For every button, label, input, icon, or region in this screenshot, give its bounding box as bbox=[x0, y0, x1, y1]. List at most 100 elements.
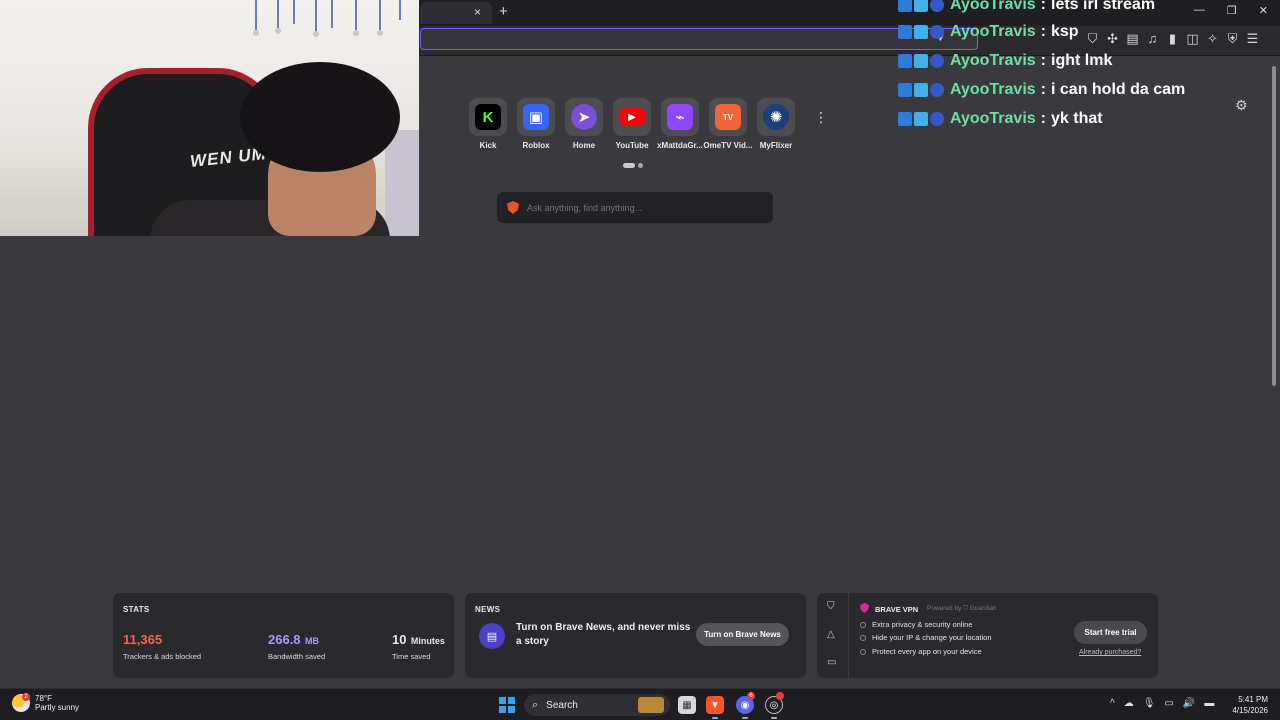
wallet-panel-icon[interactable]: ◫ bbox=[1186, 31, 1199, 47]
clock-date: 4/15/2026 bbox=[1232, 706, 1268, 715]
news-card: NEWS ▤ Turn on Brave News, and never mis… bbox=[465, 593, 806, 678]
news-title: NEWS bbox=[475, 605, 501, 614]
battery-icon[interactable]: ▬ bbox=[1204, 698, 1214, 709]
top-site-roblox[interactable]: ▣ Roblox bbox=[517, 98, 555, 150]
active-tab[interactable] bbox=[420, 2, 492, 24]
search-box[interactable] bbox=[497, 192, 773, 223]
chat-username: AyooTravis bbox=[950, 81, 1036, 98]
chat-username: AyooTravis bbox=[950, 110, 1036, 127]
recording-badge bbox=[776, 692, 784, 700]
news-text: Turn on Brave News, and never miss a sto… bbox=[516, 622, 691, 647]
bandwidth-unit: MB bbox=[305, 636, 319, 646]
sidebar-icon[interactable]: ▮ bbox=[1166, 31, 1179, 47]
maximize-button[interactable]: ❐ bbox=[1227, 4, 1237, 17]
top-sites-more-icon[interactable]: ⋮ bbox=[814, 109, 828, 126]
customize-gear-icon[interactable]: ⚙ bbox=[1235, 97, 1248, 114]
page-scrollbar[interactable] bbox=[1270, 56, 1278, 686]
rewards-icon[interactable]: △ bbox=[827, 629, 835, 640]
twitch-icon: ⌁ bbox=[667, 104, 693, 130]
chat-username: AyooTravis bbox=[950, 52, 1036, 69]
pager-dot[interactable] bbox=[623, 163, 635, 168]
badge-icon bbox=[914, 112, 928, 126]
chat-separator: : bbox=[1040, 110, 1046, 127]
weather-desc: Partly sunny bbox=[35, 703, 80, 712]
talk-icon[interactable]: ▭ bbox=[827, 657, 836, 668]
stat-trackers: 11,365 Trackers & ads blocked bbox=[123, 631, 201, 661]
speaker-icon[interactable]: 🔊 bbox=[1183, 698, 1195, 709]
menu-icon[interactable]: ☰ bbox=[1246, 31, 1259, 47]
chat-separator: : bbox=[1040, 81, 1046, 98]
already-purchased-link[interactable]: Already purchased? bbox=[1079, 649, 1141, 656]
rocket-icon: ➤ bbox=[571, 104, 597, 130]
stat-bandwidth: 266.8 MB Bandwidth saved bbox=[268, 631, 325, 661]
webcam-overlay: WEN UM bbox=[0, 0, 419, 236]
leo-icon[interactable]: ✧ bbox=[1206, 31, 1219, 47]
turn-on-news-button[interactable]: Turn on Brave News bbox=[696, 623, 789, 646]
vpn-shield-icon[interactable]: ⛉ bbox=[827, 601, 835, 612]
check-icon bbox=[860, 621, 866, 628]
minimize-button[interactable]: — bbox=[1194, 4, 1205, 17]
cloud-icon[interactable]: ☁ bbox=[1124, 698, 1134, 709]
close-window-button[interactable]: ✕ bbox=[1259, 4, 1268, 17]
stats-card: STATS 11,365 Trackers & ads blocked 266.… bbox=[113, 593, 454, 678]
scroll-thumb[interactable] bbox=[1272, 66, 1276, 386]
stats-title: STATS bbox=[123, 605, 150, 614]
chat-separator: : bbox=[1040, 52, 1046, 69]
file-explorer-icon[interactable]: ▦ bbox=[678, 696, 696, 714]
vpn-icon[interactable]: ⛨ bbox=[1226, 31, 1239, 47]
windows-logo-pane bbox=[499, 697, 506, 704]
top-site-youtube[interactable]: ▶ YouTube bbox=[613, 98, 651, 150]
widget-rail: ⛉ △ ▭ bbox=[817, 593, 848, 678]
trackers-label: Trackers & ads blocked bbox=[123, 652, 202, 661]
search-input[interactable] bbox=[527, 202, 757, 213]
site-tile: ✺ bbox=[757, 98, 795, 136]
clock[interactable]: 5:41 PM 4/15/2026 bbox=[1232, 694, 1268, 716]
shield-icon[interactable]: ⛉ bbox=[1086, 31, 1099, 47]
network-icon[interactable]: ▭ bbox=[1164, 698, 1173, 709]
site-tile: ▣ bbox=[517, 98, 555, 136]
badge-icon bbox=[930, 83, 944, 97]
check-icon bbox=[860, 648, 866, 655]
top-site-kick[interactable]: K Kick bbox=[469, 98, 507, 150]
badge-icon bbox=[898, 54, 912, 68]
badge-icon bbox=[930, 0, 944, 12]
microphone-icon[interactable]: 🎙 bbox=[1143, 698, 1156, 709]
top-site-myflixer[interactable]: ✺ MyFlixer bbox=[757, 98, 795, 150]
ometv-icon: TV bbox=[715, 104, 741, 130]
chevron-up-icon[interactable]: ^ bbox=[1110, 698, 1115, 709]
chat-username: AyooTravis bbox=[950, 23, 1036, 40]
address-bar[interactable] bbox=[420, 28, 978, 50]
brave-browser-icon[interactable]: ▼ bbox=[706, 696, 724, 714]
new-tab-button[interactable]: + bbox=[499, 3, 508, 20]
newspaper-icon: ▤ bbox=[479, 623, 505, 649]
chat-message: ksp bbox=[1051, 23, 1079, 40]
top-site-ometv[interactable]: TV OmeTV Vid... bbox=[703, 98, 753, 150]
wallet-icon[interactable]: ▤ bbox=[1126, 31, 1139, 47]
badge-icon bbox=[898, 112, 912, 126]
person-hair bbox=[240, 62, 400, 172]
pager-dot[interactable] bbox=[638, 163, 643, 168]
top-site-twitch[interactable]: ⌁ xMattdaGr... bbox=[657, 98, 703, 150]
badge-icon bbox=[914, 0, 928, 12]
media-icon[interactable]: ♫ bbox=[1146, 31, 1159, 47]
time-label: Time saved bbox=[392, 652, 431, 661]
site-tile: K bbox=[469, 98, 507, 136]
window-controls: — ❐ ✕ bbox=[1194, 4, 1268, 17]
start-free-trial-button[interactable]: Start free trial bbox=[1074, 621, 1147, 644]
start-button[interactable] bbox=[499, 697, 515, 713]
weather-widget[interactable]: 2 78°F Partly sunny bbox=[12, 693, 80, 712]
extensions-icon[interactable]: ✣ bbox=[1106, 31, 1119, 47]
site-label: MyFlixer bbox=[759, 141, 793, 150]
tab-close-icon[interactable]: × bbox=[474, 5, 481, 19]
running-app-indicator bbox=[742, 717, 748, 719]
brave-lion-icon bbox=[507, 201, 519, 214]
top-site-home[interactable]: ➤ Home bbox=[565, 98, 603, 150]
youtube-icon: ▶ bbox=[619, 108, 645, 126]
chat-badges bbox=[898, 0, 944, 12]
badge-icon bbox=[930, 54, 944, 68]
vpn-powered-by: Powered by ⛉ Guardian bbox=[927, 605, 997, 612]
chat-line: AyooTravis: i can hold da cam bbox=[898, 78, 1185, 102]
chat-badges bbox=[898, 25, 944, 39]
stat-time: 10 Minutes Time saved bbox=[392, 631, 445, 661]
taskbar-search[interactable]: ⌕ Search bbox=[524, 694, 670, 716]
